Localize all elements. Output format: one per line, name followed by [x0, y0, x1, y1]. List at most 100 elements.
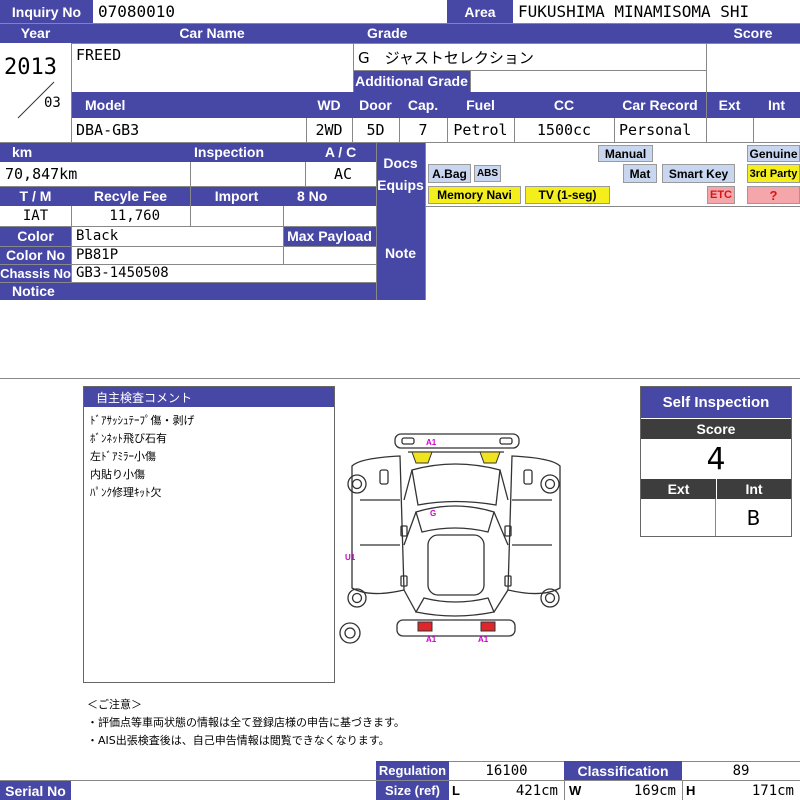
- tag-tv-1seg: TV (1-seg): [525, 186, 610, 204]
- fuel-label: Fuel: [447, 92, 514, 118]
- docs-label: Docs: [383, 155, 418, 171]
- cc-label: CC: [514, 92, 614, 118]
- import-label: Import: [190, 186, 283, 206]
- tm-label: T / M: [0, 186, 71, 206]
- color-no-label: Color No: [0, 246, 71, 264]
- car-record-label: Car Record: [614, 92, 706, 118]
- area-value: FUKUSHIMA MINAMISOMA SHI: [518, 2, 750, 21]
- size-w-value: 169cm: [633, 782, 676, 799]
- comment-line: ﾄﾞｱｻｯｼｭﾃｰﾌﾟ傷・剥げ: [90, 414, 195, 427]
- self-int-label: Int: [716, 479, 791, 499]
- car-name-value: FREED: [76, 46, 122, 64]
- self-inspection-title: Self Inspection: [641, 387, 791, 418]
- inquiry-label: Inquiry No: [0, 0, 93, 23]
- color-value: Black: [76, 228, 119, 244]
- area-label: Area: [447, 0, 513, 23]
- tag-memory-navi: Memory Navi: [428, 186, 521, 204]
- regulation-value: 16100: [485, 762, 528, 779]
- self-int-value: B: [746, 505, 761, 530]
- ac-value: AC: [333, 165, 352, 183]
- tag-genuine: Genuine: [747, 145, 800, 162]
- notes-line-2: ・AIS出張検査後は、自己申告情報は閲覧できなくなります。: [87, 734, 390, 747]
- inspection-comment-title: 自主検査コメント: [84, 387, 334, 407]
- door-label: Door: [352, 92, 399, 118]
- 8-no-label: 8 No: [283, 186, 376, 206]
- score-label: Score: [706, 23, 800, 43]
- year-value: 2013: [4, 54, 57, 80]
- note-label: Note: [376, 206, 425, 300]
- comment-line: ﾎﾞﾝﾈｯﾄ飛び石有: [90, 432, 167, 445]
- inquiry-value: 07080010: [98, 2, 176, 21]
- self-ext-label: Ext: [641, 479, 716, 499]
- month-value: 03: [44, 95, 61, 111]
- model-label: Model: [71, 92, 306, 118]
- mark-hood-g: G: [430, 509, 437, 518]
- tag-airbag: A.Bag: [428, 164, 471, 183]
- comment-line: 内貼り小傷: [90, 468, 145, 481]
- grade-label: Grade: [353, 23, 706, 43]
- cap-value: 7: [418, 121, 428, 139]
- size-h-value: 171cm: [751, 782, 794, 799]
- inspection-comment-box: 自主検査コメント ﾄﾞｱｻｯｼｭﾃｰﾌﾟ傷・剥げ ﾎﾞﾝﾈｯﾄ飛び石有 左ﾄﾞｱ…: [83, 386, 335, 683]
- inspection-label: Inspection: [190, 142, 305, 162]
- max-payload-label: Max Payload: [283, 226, 376, 246]
- notes-heading: ＜ご注意＞: [87, 698, 142, 711]
- color-no-value: PB81P: [76, 247, 119, 263]
- score-value: [706, 44, 800, 92]
- wd-label: WD: [306, 92, 352, 118]
- chassis-no-label: Chassis No: [0, 264, 71, 282]
- size-l-label: L: [452, 783, 460, 798]
- tag-smart-key: Smart Key: [662, 164, 735, 183]
- color-label: Color: [0, 226, 71, 246]
- tag-mat: Mat: [623, 164, 657, 183]
- self-ext-value: [641, 499, 716, 536]
- ac-label: A / C: [305, 142, 376, 162]
- regulation-label: Regulation: [376, 761, 449, 780]
- grade-value: G ジャストセレクション: [358, 48, 534, 67]
- cap-label: Cap.: [399, 92, 447, 118]
- cc-value: 1500cc: [536, 121, 592, 139]
- model-value: DBA-GB3: [76, 121, 140, 139]
- size-w-label: W: [569, 783, 582, 798]
- wd-value: 2WD: [315, 121, 343, 139]
- size-l-value: 421cm: [515, 782, 558, 799]
- tag-abs: ABS: [474, 165, 501, 182]
- notes: ＜ご注意＞ ・評価点等車両状態の情報は全て登録店様の申告に基づきます。 ・AIS…: [87, 696, 405, 750]
- fuel-value: Petrol: [453, 121, 508, 139]
- self-score-value: 4: [706, 441, 726, 477]
- tag-manual: Manual: [598, 145, 653, 162]
- year-label: Year: [0, 23, 71, 43]
- int-label: Int: [753, 92, 800, 118]
- tag-3rd-party: 3rd Party: [747, 164, 800, 183]
- recycle-fee-value: 11,760: [109, 208, 160, 224]
- km-label: km: [0, 142, 190, 162]
- tm-value: IAT: [22, 208, 49, 224]
- mark-front-a1: A1: [426, 438, 437, 447]
- chassis-no-value: GB3-1450508: [76, 265, 169, 281]
- ext-label: Ext: [706, 92, 753, 118]
- serial-no-label: Serial No: [0, 781, 71, 800]
- additional-grade-label: Additional Grade: [353, 70, 470, 92]
- classification-value: 89: [732, 762, 750, 779]
- recycle-fee-label: Recyle Fee: [71, 186, 190, 206]
- mark-rear-a1-right: A1: [478, 635, 489, 644]
- self-inspection-box: Self Inspection Score 4 Ext Int B: [640, 386, 792, 537]
- door-value: 5D: [366, 121, 385, 139]
- notes-line-1: ・評価点等車両状態の情報は全て登録店様の申告に基づきます。: [87, 716, 405, 729]
- mark-rear-a1-left: A1: [426, 635, 437, 644]
- tag-unknown: ?: [747, 186, 800, 204]
- equips-label: Equips: [377, 177, 424, 193]
- km-value: 70,847km: [5, 165, 78, 183]
- classification-label: Classification: [564, 761, 682, 780]
- comment-line: 左ﾄﾞｱﾐﾗｰ小傷: [90, 450, 156, 463]
- docs-equips-label: Docs Equips: [376, 142, 425, 206]
- inspection-comment-list: ﾄﾞｱｻｯｼｭﾃｰﾌﾟ傷・剥げ ﾎﾞﾝﾈｯﾄ飛び石有 左ﾄﾞｱﾐﾗｰ小傷 内貼り…: [90, 412, 195, 502]
- size-ref-label: Size (ref): [376, 781, 449, 800]
- size-h-label: H: [686, 783, 696, 798]
- comment-line: ﾊﾟﾝｸ修理ｷｯﾄ欠: [90, 486, 162, 499]
- car-name-label: Car Name: [71, 23, 353, 43]
- mark-side-u1: U1: [345, 553, 356, 562]
- self-score-label: Score: [641, 419, 791, 439]
- notice-label: Notice: [0, 282, 376, 300]
- car-damage-diagram: [339, 433, 561, 644]
